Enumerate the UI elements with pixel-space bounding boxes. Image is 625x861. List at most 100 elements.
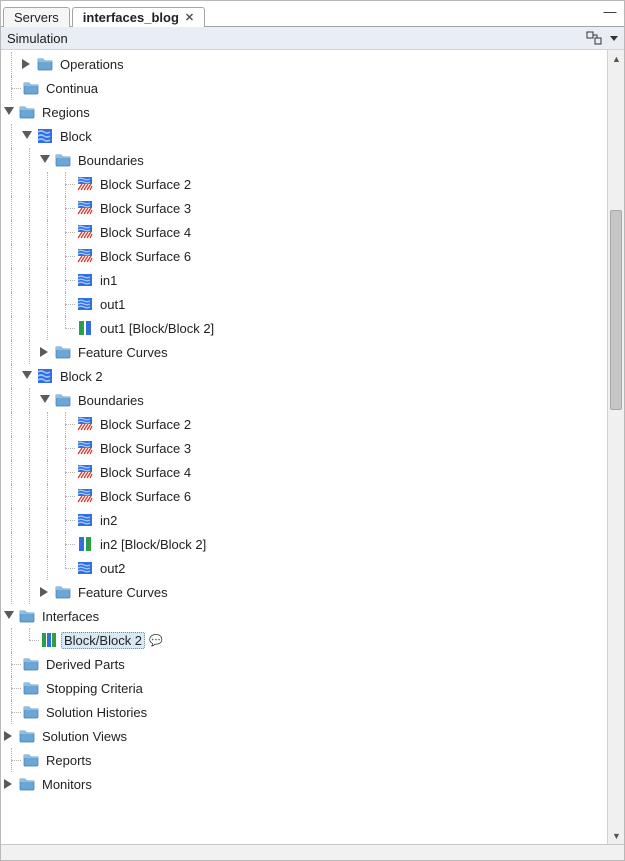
tree-node-boundary[interactable]: in2: [3, 508, 607, 532]
wall-boundary-icon: [77, 440, 93, 456]
folder-icon: [19, 728, 35, 744]
expand-toggle[interactable]: [21, 370, 33, 382]
node-label: Monitors: [39, 776, 95, 793]
node-label: Boundaries: [75, 152, 147, 169]
tree-node-boundary[interactable]: in1: [3, 268, 607, 292]
node-label: Boundaries: [75, 392, 147, 409]
flow-boundary-icon: [77, 560, 93, 576]
tree-node-boundary[interactable]: Block Surface 4: [3, 220, 607, 244]
node-label: Block Surface 2: [97, 176, 194, 193]
interface-side-icon: [77, 320, 93, 336]
node-label: Operations: [57, 56, 127, 73]
expand-toggle[interactable]: [39, 154, 51, 166]
vertical-scrollbar[interactable]: ▲ ▼: [607, 50, 624, 844]
tree-node-monitors[interactable]: Monitors: [3, 772, 607, 796]
tree-node-interfaces[interactable]: Interfaces: [3, 604, 607, 628]
expand-toggle[interactable]: [21, 58, 33, 70]
node-label: in1: [97, 272, 120, 289]
folder-icon: [55, 152, 71, 168]
tab-strip: Servers interfaces_blog ✕ —: [1, 1, 624, 27]
folder-icon: [19, 608, 35, 624]
node-label: Solution Histories: [43, 704, 150, 721]
link-sources-icon[interactable]: [586, 30, 602, 46]
tree-node-interface-boundary[interactable]: in2 [Block/Block 2]: [3, 532, 607, 556]
tree-node-continua[interactable]: Continua: [3, 76, 607, 100]
interface-side-icon: [77, 536, 93, 552]
tree-node-boundaries[interactable]: Boundaries: [3, 148, 607, 172]
tree-node-boundary[interactable]: Block Surface 6: [3, 244, 607, 268]
node-label: Block Surface 6: [97, 248, 194, 265]
scroll-down-arrow[interactable]: ▼: [608, 827, 624, 844]
scroll-up-arrow[interactable]: ▲: [608, 50, 624, 67]
node-label: out2: [97, 560, 128, 577]
scroll-thumb[interactable]: [610, 210, 622, 410]
node-label: Block Surface 4: [97, 224, 194, 241]
tree-node-boundary[interactable]: Block Surface 6: [3, 484, 607, 508]
minimize-button[interactable]: —: [602, 4, 618, 19]
wall-boundary-icon: [77, 176, 93, 192]
tree-node-reports[interactable]: Reports: [3, 748, 607, 772]
folder-icon: [55, 344, 71, 360]
node-label: Derived Parts: [43, 656, 128, 673]
node-label: in2 [Block/Block 2]: [97, 536, 209, 553]
node-label: Block Surface 2: [97, 416, 194, 433]
interface-pair-icon: [41, 632, 57, 648]
tree-node-boundary[interactable]: Block Surface 3: [3, 436, 607, 460]
node-label: Block Surface 3: [97, 200, 194, 217]
view-menu-dropdown[interactable]: [610, 36, 618, 41]
tree-node-regions[interactable]: Regions: [3, 100, 607, 124]
expand-toggle[interactable]: [3, 778, 15, 790]
node-label: out1 [Block/Block 2]: [97, 320, 217, 337]
node-label: Block Surface 6: [97, 488, 194, 505]
tree-node-boundary[interactable]: Block Surface 4: [3, 460, 607, 484]
folder-icon: [23, 656, 39, 672]
folder-icon: [19, 776, 35, 792]
tab-servers[interactable]: Servers: [3, 7, 70, 27]
folder-icon: [55, 392, 71, 408]
simulation-tree[interactable]: Operations Continua Regions Block: [1, 50, 607, 844]
tree-node-boundary[interactable]: out1: [3, 292, 607, 316]
folder-icon: [23, 80, 39, 96]
expand-toggle[interactable]: [39, 394, 51, 406]
tree-node-feature-curves[interactable]: Feature Curves: [3, 340, 607, 364]
tree-node-feature-curves[interactable]: Feature Curves: [3, 580, 607, 604]
expand-toggle[interactable]: [3, 610, 15, 622]
tree-node-interface-item[interactable]: Block/Block 2 💬: [3, 628, 607, 652]
node-label: Stopping Criteria: [43, 680, 146, 697]
wall-boundary-icon: [77, 464, 93, 480]
tree-node-boundary[interactable]: Block Surface 3: [3, 196, 607, 220]
tree-node-interface-boundary[interactable]: out1 [Block/Block 2]: [3, 316, 607, 340]
tree-node-operations[interactable]: Operations: [3, 52, 607, 76]
node-label: Block/Block 2: [61, 632, 145, 649]
close-icon[interactable]: ✕: [185, 11, 194, 24]
tree-node-boundary[interactable]: Block Surface 2: [3, 412, 607, 436]
tree-node-solution-histories[interactable]: Solution Histories: [3, 700, 607, 724]
expand-toggle[interactable]: [39, 586, 51, 598]
node-label: Continua: [43, 80, 101, 97]
expand-toggle[interactable]: [21, 130, 33, 142]
node-label: in2: [97, 512, 120, 529]
wall-boundary-icon: [77, 200, 93, 216]
folder-icon: [23, 680, 39, 696]
tree-node-boundaries[interactable]: Boundaries: [3, 388, 607, 412]
node-label: Interfaces: [39, 608, 102, 625]
node-label: Block Surface 3: [97, 440, 194, 457]
tree-node-derived-parts[interactable]: Derived Parts: [3, 652, 607, 676]
expand-toggle[interactable]: [3, 730, 15, 742]
tree-node-boundary[interactable]: out2: [3, 556, 607, 580]
tab-interfaces-blog[interactable]: interfaces_blog ✕: [72, 7, 205, 27]
tree-node-boundary[interactable]: Block Surface 2: [3, 172, 607, 196]
expand-toggle[interactable]: [3, 106, 15, 118]
node-label: Feature Curves: [75, 344, 171, 361]
comment-indicator-icon[interactable]: 💬: [149, 634, 163, 647]
tree-node-stopping-criteria[interactable]: Stopping Criteria: [3, 676, 607, 700]
folder-icon: [23, 752, 39, 768]
folder-icon: [23, 704, 39, 720]
tree-node-solution-views[interactable]: Solution Views: [3, 724, 607, 748]
status-bar: [1, 844, 624, 860]
expand-toggle[interactable]: [39, 346, 51, 358]
node-label: Regions: [39, 104, 93, 121]
tree-node-region-block[interactable]: Block: [3, 124, 607, 148]
tree-node-region-block2[interactable]: Block 2: [3, 364, 607, 388]
node-label: Block Surface 4: [97, 464, 194, 481]
